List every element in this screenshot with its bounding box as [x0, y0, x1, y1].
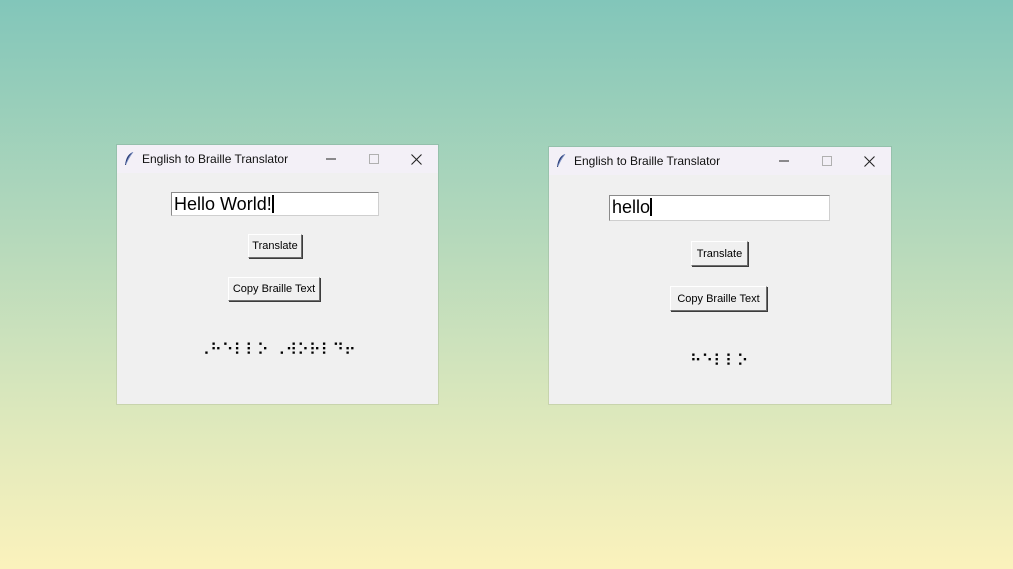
english-text-input[interactable]: hello [609, 195, 830, 221]
feather-icon [556, 153, 566, 168]
minimize-icon[interactable] [762, 147, 805, 175]
input-value: Hello World! [174, 194, 272, 214]
copy-braille-button[interactable]: Copy Braille Text [228, 277, 320, 301]
maximize-icon[interactable] [352, 145, 395, 173]
window-title: English to Braille Translator [574, 154, 721, 168]
window-title: English to Braille Translator [142, 152, 289, 166]
title-bar[interactable]: English to Braille Translator [117, 145, 438, 173]
minimize-icon[interactable] [309, 145, 352, 173]
title-bar[interactable]: English to Braille Translator [549, 147, 891, 175]
close-icon[interactable] [395, 145, 438, 173]
translate-button[interactable]: Translate [691, 241, 748, 266]
input-value: hello [612, 197, 651, 217]
copy-braille-button[interactable]: Copy Braille Text [670, 286, 767, 311]
translator-window-1: English to Braille Translator Hello Worl… [117, 145, 438, 404]
text-caret [650, 198, 653, 216]
english-text-input[interactable]: Hello World! [171, 192, 379, 216]
feather-icon [124, 151, 134, 166]
close-icon[interactable] [848, 147, 891, 175]
maximize-icon[interactable] [805, 147, 848, 175]
translate-button[interactable]: Translate [248, 234, 302, 258]
translator-window-2: English to Braille Translator hello Tran… [549, 147, 891, 404]
text-caret [271, 195, 274, 213]
braille-output: ⠓⠑⠇⠇⠕ [689, 351, 749, 370]
braille-output: ⠠⠓⠑⠇⠇⠕ ⠠⠺⠕⠗⠇⠙⠖ [198, 340, 356, 359]
